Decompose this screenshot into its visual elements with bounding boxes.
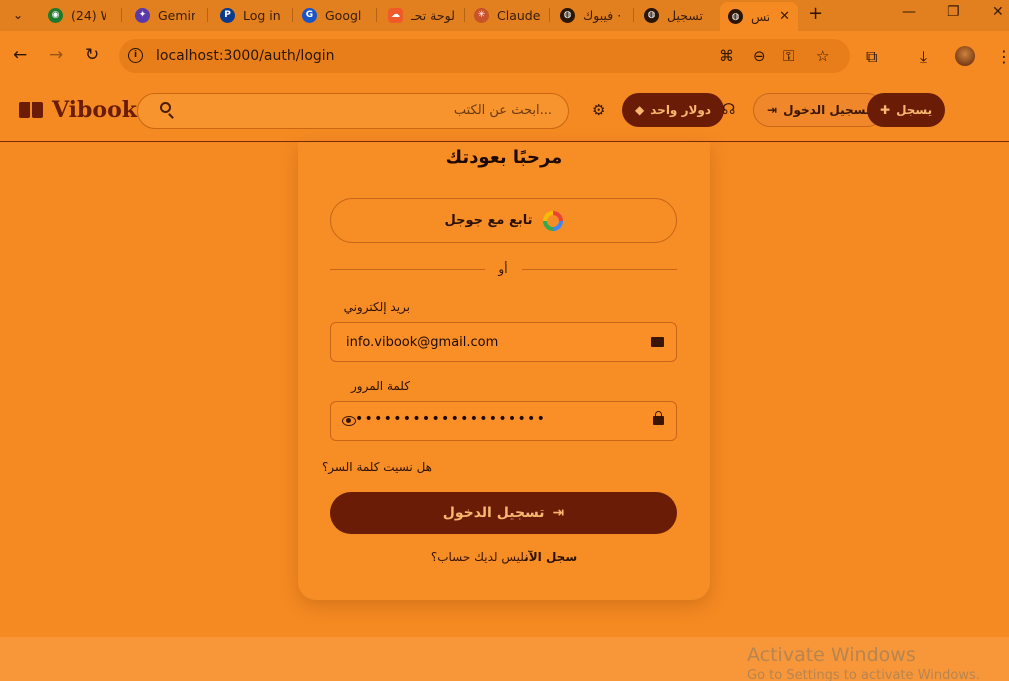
headset-support-icon[interactable]: ☊ (722, 100, 735, 118)
tab-separator (633, 8, 634, 22)
tab-separator (207, 8, 208, 22)
signup-prompt: سجل الآنليس لديك حساب؟ (430, 550, 578, 564)
tab-claude[interactable]: ✳ Claude (466, 4, 550, 26)
filter-sliders-icon[interactable]: ⚙ (592, 101, 605, 119)
whatsapp-icon: ◉ (48, 7, 63, 23)
email-field[interactable]: info.vibook@gmail.com (330, 322, 677, 362)
globe-icon: ◍ (728, 9, 743, 24)
globe-icon: ◍ (560, 7, 575, 23)
close-window-icon[interactable]: ✕ (992, 4, 1004, 20)
translate-icon[interactable]: ⌘ (719, 47, 734, 65)
claude-icon: ✳ (474, 7, 489, 23)
lock-icon (653, 411, 664, 425)
book-icon (19, 100, 43, 120)
tab-gemini[interactable]: ✦ Gemini (127, 4, 203, 26)
tab-google-translate[interactable]: G Google (294, 4, 370, 26)
extensions-icon[interactable]: ⧉ (866, 47, 877, 67)
password-value: •••••••••••••••••••• (355, 411, 547, 427)
search-input[interactable] (172, 94, 552, 127)
login-card: مرحبًا بعودتك تابع مع جوجل أو بريد إلكتر… (298, 142, 710, 600)
tag-icon: ◆ (635, 103, 645, 117)
dollar-deals-button[interactable]: ◆ دولار واحد (622, 93, 725, 127)
more-menu-icon[interactable]: ⋮ (996, 47, 1009, 66)
site-header: Vibook ⚙ ◆ دولار واحد ☊ ⇥ تسجيل الدخول ✚… (0, 81, 1009, 142)
restore-window-icon[interactable]: ❐ (947, 4, 960, 20)
divider-line (330, 269, 485, 270)
address-bar[interactable]: i localhost:3000/auth/login ⌘ ⊖ ⚿ ☆ (119, 39, 850, 73)
google-signin-button[interactable]: تابع مع جوجل (330, 198, 677, 243)
email-value: info.vibook@gmail.com (346, 335, 499, 350)
search-bar (137, 93, 569, 129)
site-logo[interactable]: Vibook (19, 97, 137, 123)
sign-in-icon: ⇥ (767, 103, 778, 117)
cloud-icon: ☁ (388, 7, 403, 23)
tab-whatsapp[interactable]: ◉ (24) Wh (40, 4, 114, 26)
windows-activation-watermark: Activate Windows Go to Settings to activ… (747, 644, 980, 681)
signup-nav-button[interactable]: ✚ يسجل (867, 93, 946, 127)
forward-arrow-icon[interactable]: → (49, 45, 63, 65)
password-field[interactable]: •••••••••••••••••••• (330, 401, 677, 441)
globe-icon: ◍ (644, 7, 659, 23)
tab-dashboard[interactable]: ☁ لوحة تحـ (380, 4, 462, 26)
tab-login-active[interactable]: ◍ تس ✕ (720, 2, 798, 31)
tab-facebook[interactable]: ◍ فيبوك · (552, 4, 632, 26)
tab-separator (376, 8, 377, 22)
browser-tab-strip: ⌄ ◉ (24) Wh ✦ Gemini P Log in t G Google… (0, 0, 1009, 31)
login-submit-button[interactable]: تسجيل الدخول ⇥ (330, 492, 677, 534)
gemini-icon: ✦ (135, 7, 150, 23)
browser-toolbar: ← → ↻ i localhost:3000/auth/login ⌘ ⊖ ⚿ … (0, 31, 1009, 81)
login-nav-button[interactable]: ⇥ تسجيل الدخول (753, 93, 885, 127)
email-label: بريد إلكتروني (343, 300, 410, 314)
add-user-icon: ✚ (880, 103, 891, 117)
search-icon[interactable] (160, 102, 171, 113)
google-icon (542, 210, 563, 231)
tab-register[interactable]: ◍ تسجيل (636, 4, 718, 26)
bookmark-star-icon[interactable]: ☆ (816, 47, 829, 65)
back-arrow-icon[interactable]: ← (13, 45, 27, 65)
tab-separator (121, 8, 122, 22)
minimize-window-icon[interactable]: — (902, 4, 916, 20)
envelope-icon (651, 337, 664, 347)
sign-in-icon: ⇥ (552, 505, 565, 521)
forgot-password-link[interactable]: هل نسيت كلمة السر؟ (322, 460, 432, 474)
password-label: كلمة المرور (350, 379, 410, 393)
tab-separator (292, 8, 293, 22)
download-icon[interactable]: ⤓ (920, 47, 927, 67)
profile-avatar[interactable] (955, 46, 975, 66)
new-tab-button[interactable]: + (808, 3, 823, 24)
tab-paypal[interactable]: P Log in t (212, 4, 290, 26)
google-translate-icon: G (302, 7, 317, 23)
tab-separator (549, 8, 550, 22)
chevron-down-icon: ⌄ (12, 8, 24, 22)
password-key-icon[interactable]: ⚿ (783, 47, 794, 65)
signup-now-link[interactable]: سجل الآن (524, 550, 577, 564)
site-info-icon[interactable]: i (128, 48, 143, 63)
page-title: مرحبًا بعودتك (445, 147, 563, 168)
show-password-eye-icon[interactable] (342, 416, 356, 426)
paypal-icon: P (220, 7, 235, 23)
address-url[interactable]: localhost:3000/auth/login (156, 48, 335, 64)
reload-icon[interactable]: ↻ (85, 45, 99, 65)
zoom-icon[interactable]: ⊖ (753, 47, 766, 65)
divider-line (522, 269, 677, 270)
close-tab-icon[interactable]: ✕ (779, 9, 790, 24)
tab-separator (464, 8, 465, 22)
or-divider: أو (330, 262, 677, 278)
tab-search-menu-button[interactable]: ⌄ (6, 5, 30, 25)
